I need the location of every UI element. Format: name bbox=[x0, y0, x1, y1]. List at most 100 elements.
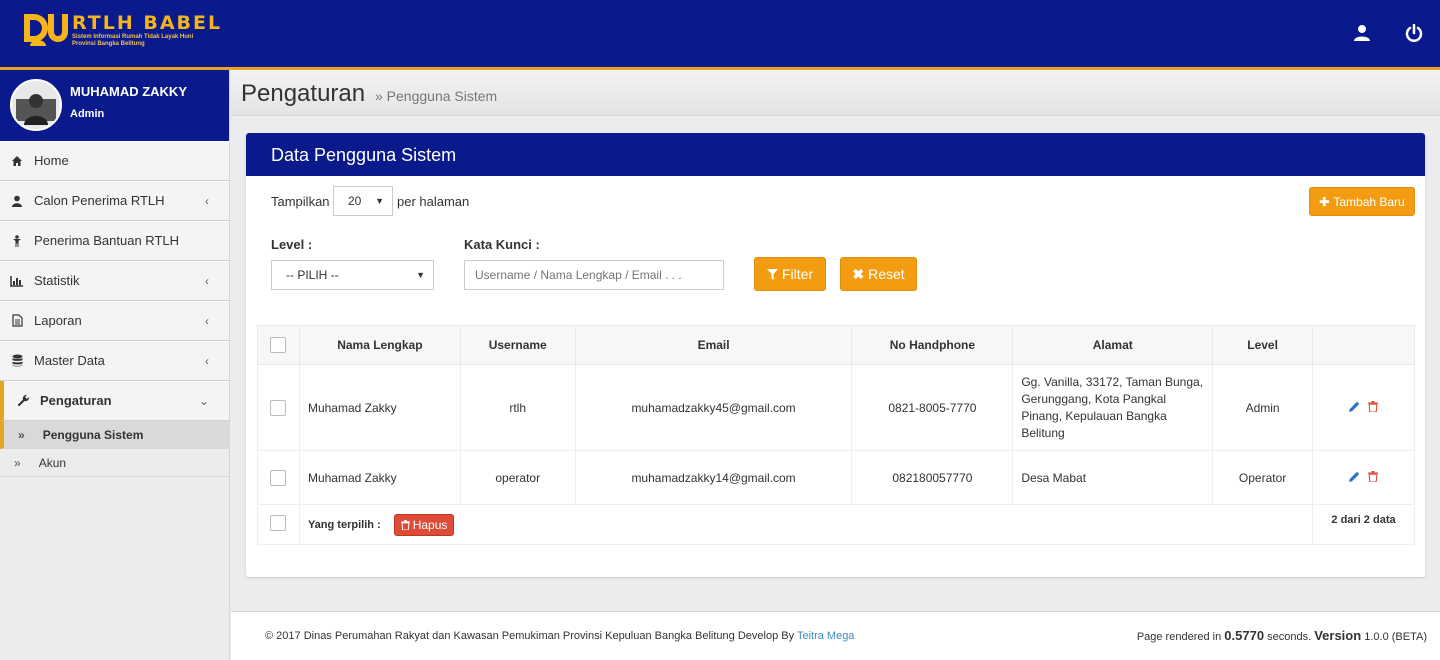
sidebar-item-home[interactable]: Home bbox=[0, 141, 229, 181]
plus-icon: ✚ bbox=[1319, 194, 1330, 209]
cell-nama: Muhamad Zakky bbox=[298, 364, 461, 451]
app-logo[interactable]: RTLH BABEL Sistem Informasi Rumah Tidak … bbox=[22, 12, 222, 54]
cell-hp: 082180057770 bbox=[851, 450, 1014, 505]
user-icon bbox=[10, 194, 24, 208]
sidebar-item-label: Master Data bbox=[34, 353, 105, 368]
footer-render-info: Page rendered in 0.5770 seconds. Version… bbox=[1136, 628, 1427, 643]
cell-hp: 0821-8005-7770 bbox=[851, 364, 1014, 451]
cell-alamat: Desa Mabat bbox=[1012, 450, 1214, 505]
row-checkbox[interactable] bbox=[270, 399, 287, 416]
trash-icon[interactable] bbox=[1368, 470, 1379, 482]
sidebar-item-laporan[interactable]: Laporan ‹ bbox=[0, 301, 229, 341]
add-new-button[interactable]: ✚ Tambah Baru bbox=[1309, 187, 1415, 216]
cell-level: Admin bbox=[1212, 364, 1314, 451]
level-label: Level : bbox=[271, 237, 313, 252]
cell-username: rtlh bbox=[459, 364, 576, 451]
keyword-search-input[interactable] bbox=[464, 260, 724, 290]
sidebar-subitem-akun[interactable]: » Akun bbox=[0, 449, 229, 477]
sidebar-item-pengaturan[interactable]: Pengaturan ⌄ bbox=[0, 381, 229, 421]
sidebar-subitem-pengguna-sistem[interactable]: » Pengguna Sistem bbox=[0, 421, 229, 449]
cell-alamat: Gg. Vanilla, 33172, Taman Bunga, Gerungg… bbox=[1012, 364, 1214, 451]
cell-nama: Muhamad Zakky bbox=[298, 450, 461, 505]
sidebar-item-penerima-bantuan[interactable]: Penerima Bantuan RTLH bbox=[0, 221, 229, 261]
chevron-left-icon: ‹ bbox=[205, 314, 209, 328]
chevron-left-icon: ‹ bbox=[205, 194, 209, 208]
record-count: 2 dari 2 data bbox=[1312, 504, 1415, 545]
top-navbar: RTLH BABEL Sistem Informasi Rumah Tidak … bbox=[0, 0, 1440, 70]
user-name: MUHAMAD ZAKKY bbox=[70, 84, 187, 99]
page-title: Pengaturan bbox=[241, 80, 366, 107]
trash-icon[interactable] bbox=[1368, 400, 1379, 412]
logo-subtitle-2: Provinsi Bangka Belitung bbox=[72, 41, 145, 47]
chevron-left-icon: ‹ bbox=[205, 354, 209, 368]
keyword-label: Kata Kunci : bbox=[464, 237, 540, 252]
sidebar-subitem-label: Akun bbox=[38, 455, 67, 470]
sidebar-item-master-data[interactable]: Master Data ‹ bbox=[0, 341, 229, 381]
row-select-cell bbox=[257, 364, 300, 451]
double-chevron-icon: » bbox=[18, 427, 25, 442]
column-header[interactable]: Email bbox=[574, 325, 853, 365]
box-title: Data Pengguna Sistem bbox=[246, 133, 1425, 176]
column-header[interactable]: Level bbox=[1212, 325, 1314, 365]
level-value: -- PILIH -- bbox=[286, 268, 339, 282]
chevron-left-icon: ‹ bbox=[205, 274, 209, 288]
show-label: Tampilkan bbox=[271, 194, 330, 209]
edit-pencil-icon[interactable] bbox=[1349, 471, 1360, 482]
table-header-row: Nama Lengkap Username Email No Handphone… bbox=[257, 325, 1415, 365]
developer-link[interactable]: Teitra Mega bbox=[797, 630, 854, 642]
sidebar-item-label: Laporan bbox=[34, 313, 82, 328]
person-icon bbox=[10, 234, 24, 248]
logo-subtitle-1: Sistem Informasi Rumah Tidak Layak Huni bbox=[72, 34, 194, 40]
sidebar: MUHAMAD ZAKKY Admin Home Calon Penerima … bbox=[0, 70, 230, 660]
user-icon bbox=[1354, 25, 1370, 41]
table-footer-row: Yang terpilih : Hapus 2 dari 2 data bbox=[257, 504, 1415, 545]
cell-email: muhamadzakky14@gmail.com bbox=[574, 450, 853, 505]
bulk-actions-cell: Yang terpilih : Hapus bbox=[298, 504, 1314, 545]
home-icon bbox=[10, 154, 24, 168]
chevron-down-icon: ⌄ bbox=[198, 394, 209, 408]
sidebar-item-label: Pengaturan bbox=[40, 393, 112, 408]
footer: © 2017 Dinas Perumahan Rakyat dan Kawasa… bbox=[231, 611, 1440, 660]
footer-copyright: © 2017 Dinas Perumahan Rakyat dan Kawasa… bbox=[265, 630, 855, 642]
sidebar-item-calon-penerima[interactable]: Calon Penerima RTLH ‹ bbox=[0, 181, 229, 221]
select-all-checkbox[interactable] bbox=[270, 337, 287, 353]
bulk-delete-button[interactable]: Hapus bbox=[394, 514, 455, 536]
wrench-icon bbox=[16, 394, 30, 408]
selected-label: Yang terpilih : bbox=[307, 519, 381, 531]
page-size-select[interactable]: 20 ▼ bbox=[333, 186, 393, 216]
bulk-checkbox[interactable] bbox=[270, 515, 287, 531]
user-role: Admin bbox=[70, 108, 105, 120]
cell-actions bbox=[1312, 364, 1415, 451]
table-row: Muhamad Zakky rtlh muhamadzakky45@gmail.… bbox=[257, 364, 1415, 451]
level-select[interactable]: -- PILIH -- ▼ bbox=[271, 260, 434, 290]
column-header[interactable]: Alamat bbox=[1012, 325, 1214, 365]
reset-button[interactable]: ✖ Reset bbox=[840, 257, 917, 291]
content-header: Pengaturan » Pengguna Sistem bbox=[231, 70, 1440, 116]
caret-down-icon: ▼ bbox=[416, 270, 425, 280]
power-icon bbox=[1405, 24, 1423, 42]
version-label: Version bbox=[1314, 628, 1362, 643]
user-panel: MUHAMAD ZAKKY Admin bbox=[0, 70, 229, 141]
column-header[interactable]: Username bbox=[459, 325, 576, 365]
document-icon bbox=[10, 314, 24, 328]
database-icon bbox=[10, 354, 24, 368]
table-row: Muhamad Zakky operator muhamadzakky14@gm… bbox=[257, 450, 1415, 505]
user-menu-button[interactable] bbox=[1336, 20, 1388, 46]
breadcrumb: » Pengguna Sistem bbox=[375, 88, 498, 104]
edit-pencil-icon[interactable] bbox=[1349, 401, 1360, 412]
column-header[interactable]: Nama Lengkap bbox=[298, 325, 461, 365]
caret-down-icon: ▼ bbox=[375, 196, 384, 206]
row-select-cell bbox=[257, 504, 300, 545]
render-time: 0.5770 bbox=[1224, 628, 1265, 643]
logout-button[interactable] bbox=[1388, 20, 1440, 46]
double-chevron-icon: » bbox=[14, 455, 21, 470]
row-select-cell bbox=[257, 450, 300, 505]
users-table: Nama Lengkap Username Email No Handphone… bbox=[257, 325, 1415, 545]
sidebar-item-statistik[interactable]: Statistik ‹ bbox=[0, 261, 229, 301]
select-all-cell bbox=[257, 325, 300, 365]
cell-email: muhamadzakky45@gmail.com bbox=[574, 364, 853, 451]
row-checkbox[interactable] bbox=[270, 469, 287, 486]
filter-button[interactable]: Filter bbox=[754, 257, 826, 291]
sidebar-item-label: Calon Penerima RTLH bbox=[34, 193, 165, 208]
column-header[interactable]: No Handphone bbox=[851, 325, 1014, 365]
